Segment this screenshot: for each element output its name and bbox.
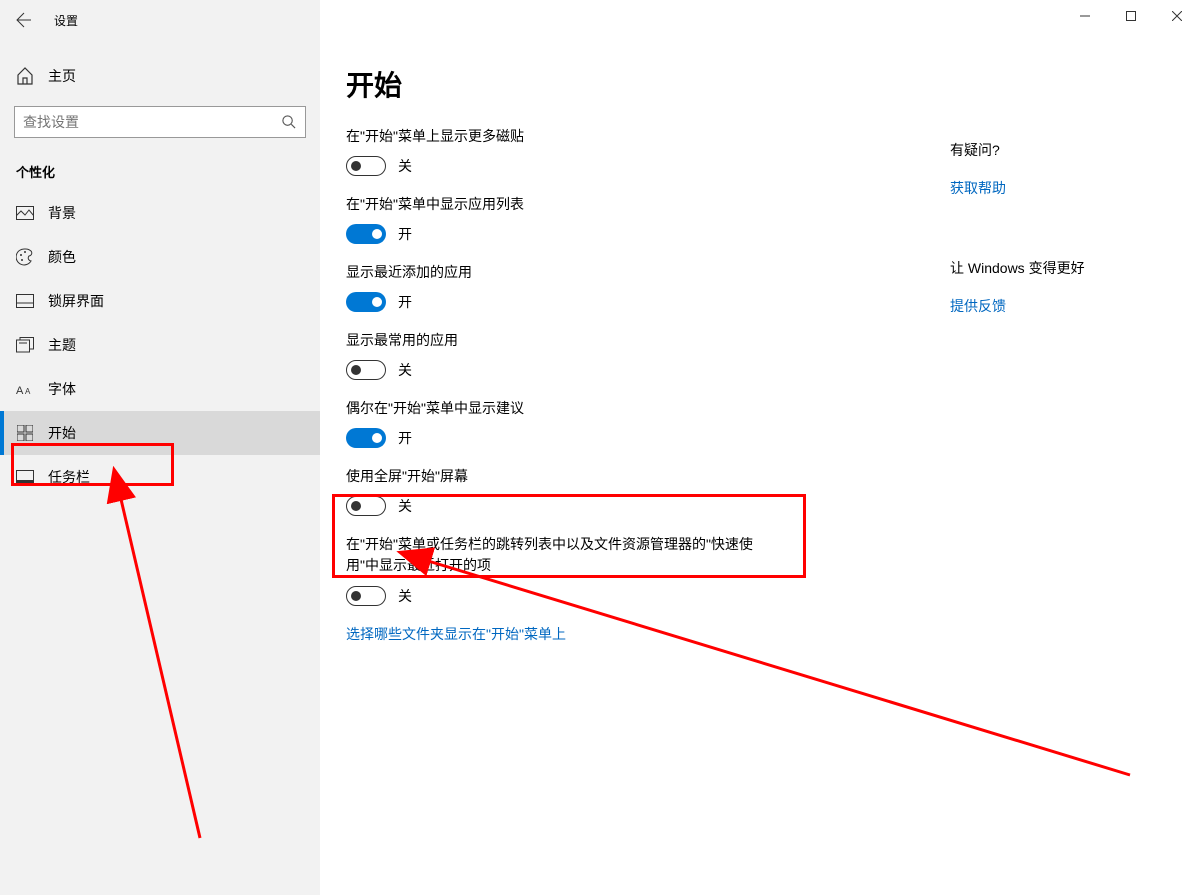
- maximize-button[interactable]: [1108, 0, 1154, 32]
- close-icon: [1172, 11, 1182, 21]
- toggle-state: 开: [398, 428, 412, 448]
- window-controls: [1062, 0, 1200, 32]
- sidebar-item-label: 字体: [48, 379, 76, 399]
- sidebar-item-colors[interactable]: 颜色: [0, 235, 320, 279]
- sidebar-item-fonts[interactable]: AA 字体: [0, 367, 320, 411]
- toggle-switch[interactable]: [346, 586, 386, 606]
- toggle-switch[interactable]: [346, 224, 386, 244]
- svg-text:A: A: [25, 387, 31, 396]
- sidebar-item-start[interactable]: 开始: [0, 411, 320, 455]
- sidebar-item-label: 开始: [48, 423, 76, 443]
- fonts-icon: AA: [16, 380, 34, 398]
- help-heading: 有疑问?: [950, 140, 1170, 160]
- search-icon: [281, 114, 297, 130]
- feedback-section: 让 Windows 变得更好 提供反馈: [950, 258, 1170, 316]
- picture-icon: [16, 204, 34, 222]
- toggle-state: 关: [398, 360, 412, 380]
- sidebar-item-label: 背景: [48, 203, 76, 223]
- setting-label: 偶尔在"开始"菜单中显示建议: [346, 398, 1160, 418]
- home-label: 主页: [48, 66, 76, 86]
- content-area: 开始 在"开始"菜单上显示更多磁贴 关 在"开始"菜单中显示应用列表 开 显示最…: [320, 40, 1200, 895]
- toggle-switch[interactable]: [346, 156, 386, 176]
- sidebar-item-label: 颜色: [48, 247, 76, 267]
- setting-label: 使用全屏"开始"屏幕: [346, 466, 1160, 486]
- sidebar-item-label: 任务栏: [48, 467, 90, 487]
- sidebar-item-label: 锁屏界面: [48, 291, 104, 311]
- toggle-state: 开: [398, 224, 412, 244]
- toggle-row: 关: [346, 496, 1160, 516]
- toggle-row: 开: [346, 428, 1160, 448]
- toggle-state: 开: [398, 292, 412, 312]
- themes-icon: [16, 336, 34, 354]
- feedback-heading: 让 Windows 变得更好: [950, 258, 1170, 278]
- arrow-left-icon: [16, 12, 32, 28]
- palette-icon: [16, 248, 34, 266]
- toggle-switch[interactable]: [346, 428, 386, 448]
- toggle-row: 关: [346, 586, 1160, 606]
- main-layout: 主页 个性化 背景 颜色 锁: [0, 40, 1200, 895]
- setting-fullscreen: 使用全屏"开始"屏幕 关: [346, 466, 1160, 516]
- toggle-switch[interactable]: [346, 496, 386, 516]
- help-section: 有疑问? 获取帮助: [950, 140, 1170, 198]
- taskbar-icon: [16, 468, 34, 486]
- right-panel: 有疑问? 获取帮助 让 Windows 变得更好 提供反馈: [950, 140, 1170, 376]
- setting-recent-items: 在"开始"菜单或任务栏的跳转列表中以及文件资源管理器的"快速使用"中显示最近打开…: [346, 534, 1160, 606]
- svg-text:A: A: [16, 385, 24, 397]
- page-title: 开始: [346, 64, 1160, 104]
- setting-suggestions: 偶尔在"开始"菜单中显示建议 开: [346, 398, 1160, 448]
- sidebar-item-taskbar[interactable]: 任务栏: [0, 455, 320, 499]
- home-link[interactable]: 主页: [0, 56, 320, 96]
- maximize-icon: [1126, 11, 1136, 21]
- sidebar-item-themes[interactable]: 主题: [0, 323, 320, 367]
- start-icon: [16, 424, 34, 442]
- sidebar-section-header: 个性化: [0, 148, 320, 191]
- toggle-state: 关: [398, 156, 412, 176]
- toggle-switch[interactable]: [346, 360, 386, 380]
- feedback-link[interactable]: 提供反馈: [950, 296, 1006, 316]
- lockscreen-icon: [16, 292, 34, 310]
- search-box[interactable]: [14, 106, 306, 138]
- minimize-icon: [1080, 11, 1090, 21]
- choose-folders-link[interactable]: 选择哪些文件夹显示在"开始"菜单上: [346, 624, 566, 644]
- close-button[interactable]: [1154, 0, 1200, 32]
- toggle-switch[interactable]: [346, 292, 386, 312]
- sidebar-item-background[interactable]: 背景: [0, 191, 320, 235]
- setting-label: 在"开始"菜单或任务栏的跳转列表中以及文件资源管理器的"快速使用"中显示最近打开…: [346, 534, 766, 576]
- back-button[interactable]: [0, 0, 48, 40]
- home-icon: [16, 67, 34, 85]
- sidebar-item-label: 主题: [48, 335, 76, 355]
- minimize-button[interactable]: [1062, 0, 1108, 32]
- toggle-state: 关: [398, 496, 412, 516]
- sidebar: 主页 个性化 背景 颜色 锁: [0, 40, 320, 895]
- toggle-state: 关: [398, 586, 412, 606]
- window-title: 设置: [54, 12, 78, 29]
- titlebar: 设置: [0, 0, 1200, 40]
- sidebar-item-lockscreen[interactable]: 锁屏界面: [0, 279, 320, 323]
- get-help-link[interactable]: 获取帮助: [950, 178, 1006, 198]
- search-input[interactable]: [23, 114, 281, 130]
